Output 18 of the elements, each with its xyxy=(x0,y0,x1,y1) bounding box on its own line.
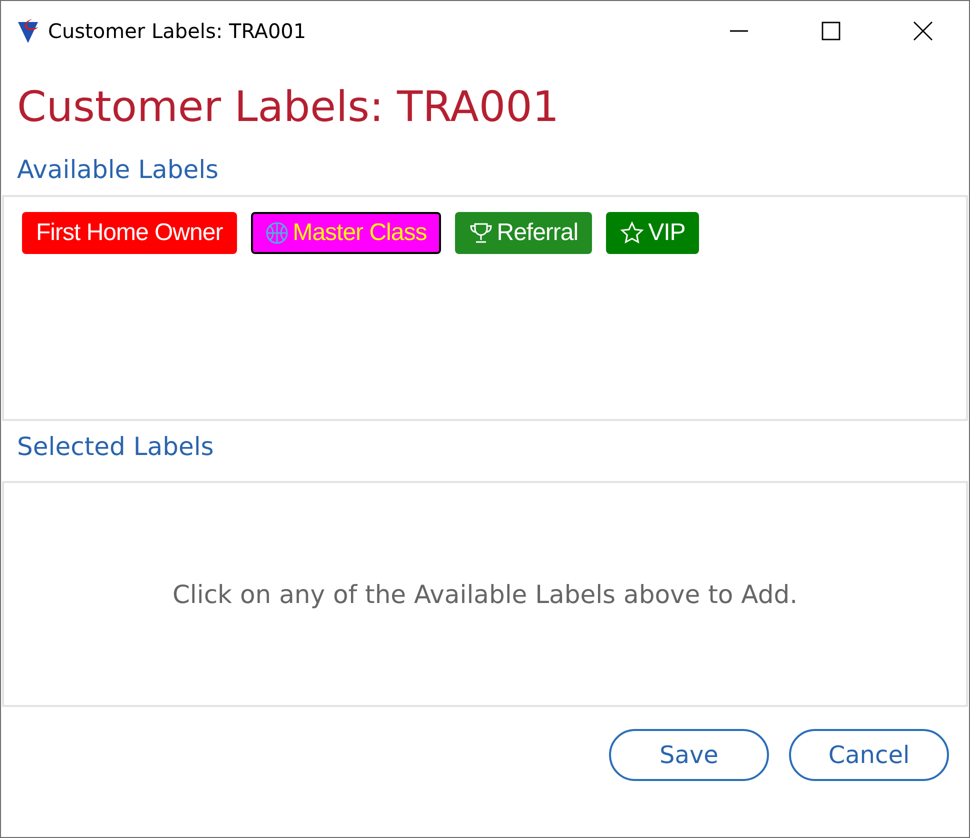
dialog-button[interactable]: Cancel xyxy=(789,729,949,781)
app-logo-icon xyxy=(17,18,39,44)
label-tag[interactable]: First Home Owner xyxy=(22,212,237,254)
dialog-heading: Customer Labels: TRA001 xyxy=(17,81,560,133)
label-tag[interactable]: VIP xyxy=(606,212,700,254)
trophy-icon xyxy=(468,221,493,245)
minimize-icon xyxy=(729,30,749,32)
empty-message: Click on any of the Available Labels above to Add. xyxy=(172,580,798,608)
basketball-icon xyxy=(264,221,289,245)
label-tag[interactable]: Referral xyxy=(454,212,592,254)
section-title: Selected Labels xyxy=(16,431,215,463)
window-title: Customer Labels: TRA001 xyxy=(48,19,306,43)
dialog-button[interactable]: Save xyxy=(609,729,769,781)
star-icon xyxy=(620,221,644,245)
close-icon xyxy=(913,21,933,41)
section-title: Available Labels xyxy=(16,154,220,186)
maximize-icon xyxy=(821,21,841,41)
label-tag[interactable]: Master Class xyxy=(250,212,441,254)
